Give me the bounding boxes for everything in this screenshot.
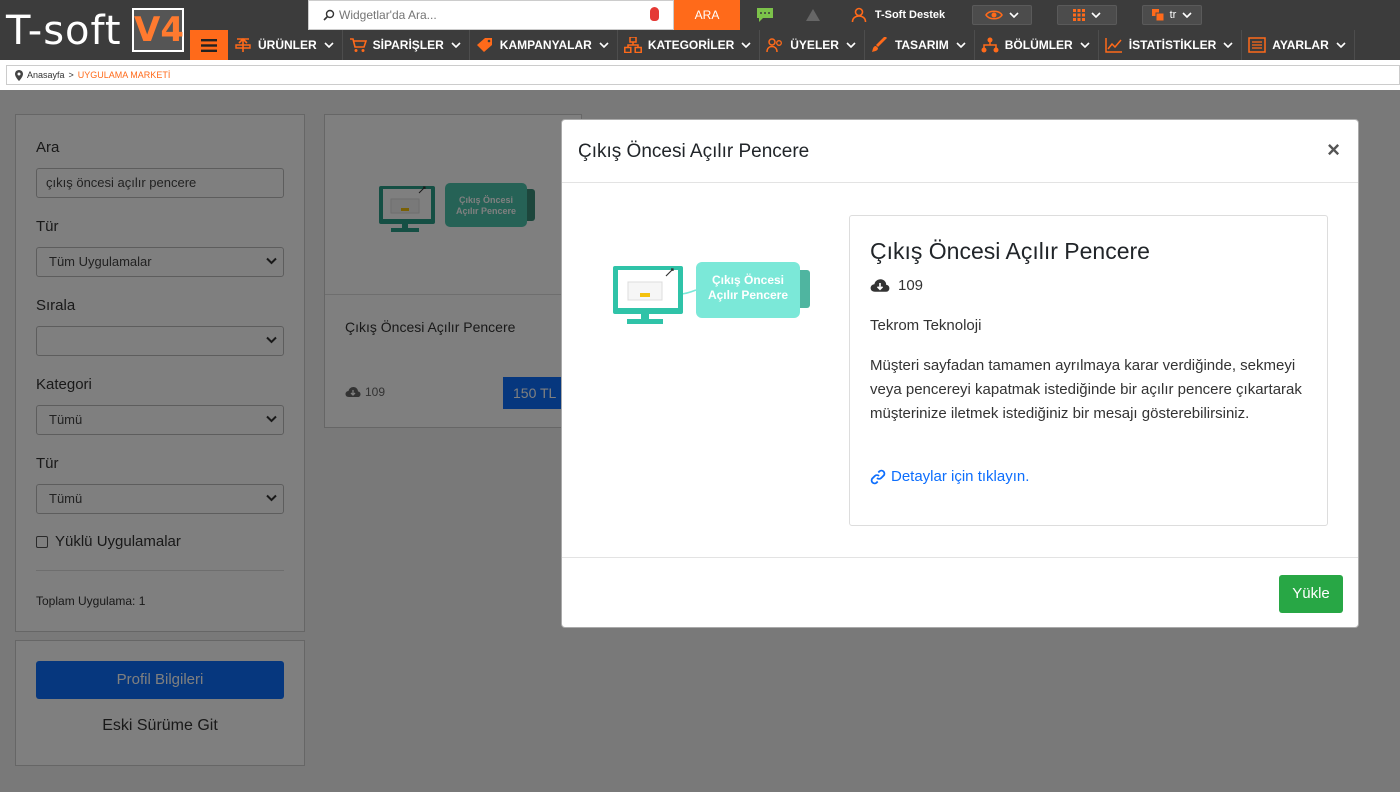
products-icon [235,37,251,52]
breadcrumb-bar: Anasayfa > UYGULAMA MARKETİ [0,60,1400,90]
chevron-down-icon [1182,12,1192,18]
breadcrumb-home[interactable]: Anasayfa [27,70,65,80]
breadcrumb-current: UYGULAMA MARKETİ [77,70,171,80]
image-text-1: Çıkış Öncesi [712,272,784,287]
breadcrumb-separator: > [68,70,74,80]
app-detail-modal: Çıkış Öncesi Açılır Pencere × Çıkış Önce… [561,119,1359,628]
nav-item-products[interactable]: ÜRÜNLER [228,30,343,60]
tag-icon [476,38,492,52]
logo[interactable]: T-soft V4 [0,0,190,60]
messages-button[interactable] [742,0,788,30]
nav-item-label: AYARLAR [1272,38,1329,52]
map-marker-icon [15,69,23,81]
link-icon [870,469,886,484]
nav-item-sections[interactable]: BÖLÜMLER [975,30,1099,60]
language-dropdown[interactable]: tr [1142,5,1202,25]
app-description: Müşteri sayfadan tamamen ayrılmaya karar… [870,357,1302,422]
details-link-label: Detaylar için tıklayın. [891,468,1030,485]
install-button[interactable]: Yükle [1279,575,1343,613]
chevron-down-icon [1080,42,1090,48]
cart-icon [349,38,367,52]
chat-icon [757,8,773,22]
modal-header: Çıkış Öncesi Açılır Pencere × [562,120,1358,183]
top-bar: T-soft V4 ARA T-Soft Destek tr [0,0,1400,60]
warning-icon [806,9,820,21]
app-title: Çıkış Öncesi Açılır Pencere [870,238,1150,264]
nav-item-label: TASARIM [894,38,949,52]
nav-item-settings[interactable]: AYARLAR [1242,30,1355,60]
chevron-down-icon [1336,42,1346,48]
app-illustration: Çıkış Öncesi Açılır Pencere [613,262,810,324]
chevron-down-icon [324,42,334,48]
app-download-count: 109 [898,277,924,294]
search-row: ARA [308,0,740,30]
language-icon [1151,9,1164,21]
search-button[interactable]: ARA [674,0,740,30]
brush-icon [871,37,887,52]
nav-item-label: BÖLÜMLER [1004,38,1073,52]
nav-item-label: SİPARİŞLER [372,38,444,52]
chevron-down-icon [1223,42,1233,48]
app-downloads: 109 [870,277,923,294]
chevron-down-icon [741,42,751,48]
search-input[interactable] [339,8,639,22]
microphone-icon[interactable] [650,7,659,21]
nav-item-orders[interactable]: SİPARİŞLER [343,30,470,60]
language-value: tr [1169,9,1177,21]
chevron-down-icon [956,42,966,48]
app-vendor: Tekrom Teknoloji [870,317,982,334]
apps-dropdown[interactable] [1057,5,1117,25]
logo-text: T-soft [6,8,122,54]
nav-item-label: KATEGORİLER [647,38,735,52]
chevron-down-icon [1009,12,1019,18]
nav-item-members[interactable]: ÜYELER [760,30,865,60]
details-link[interactable]: Detaylar için tıklayın. [870,468,1029,485]
modal-title: Çıkış Öncesi Açılır Pencere [578,141,810,162]
breadcrumb: Anasayfa > UYGULAMA MARKETİ [6,65,1400,85]
version-badge: V4 [132,8,184,52]
nav-item-label: İSTATİSTİKLER [1128,38,1217,52]
search-icon [323,9,335,21]
modal-app-image: Çıkış Öncesi Açılır Pencere [610,258,810,328]
preview-dropdown[interactable] [972,5,1032,25]
nav-item-statistics[interactable]: İSTATİSTİKLER [1099,30,1243,60]
nav-item-categories[interactable]: KATEGORİLER [618,30,761,60]
users-icon [766,38,783,53]
modal-footer-divider [562,557,1358,558]
eye-icon [985,10,1003,20]
app-info-box: Çıkış Öncesi Açılır Pencere 109 Tekrom T… [849,215,1328,526]
hierarchy-icon [981,37,999,53]
menu-toggle-button[interactable] [190,30,228,60]
close-icon[interactable]: × [1327,139,1340,161]
chevron-down-icon [599,42,609,48]
user-icon [851,7,867,23]
chevron-down-icon [451,42,461,48]
nav-item-campaigns[interactable]: KAMPANYALAR [470,30,618,60]
user-name: T-Soft Destek [874,9,946,21]
sliders-icon [1248,37,1267,53]
chevron-down-icon [1091,12,1101,18]
chart-icon [1104,38,1122,53]
nav-item-label: KAMPANYALAR [499,38,592,52]
user-menu[interactable]: T-Soft Destek [840,0,956,30]
alerts-button[interactable] [790,0,836,30]
chevron-down-icon [846,42,856,48]
cloud-download-icon [870,279,890,292]
search-box [308,0,674,30]
hamburger-icon [201,38,217,52]
nav-item-label: ÜYELER [790,38,839,52]
sitemap-icon [623,37,642,53]
nav-item-label: ÜRÜNLER [258,38,317,52]
main-nav: ÜRÜNLER SİPARİŞLER KAMPANYALAR KATEGORİL… [190,30,1355,60]
nav-item-design[interactable]: TASARIM [865,30,975,60]
image-text-2: Açılır Pencere [708,288,788,302]
grid-icon [1073,9,1085,21]
